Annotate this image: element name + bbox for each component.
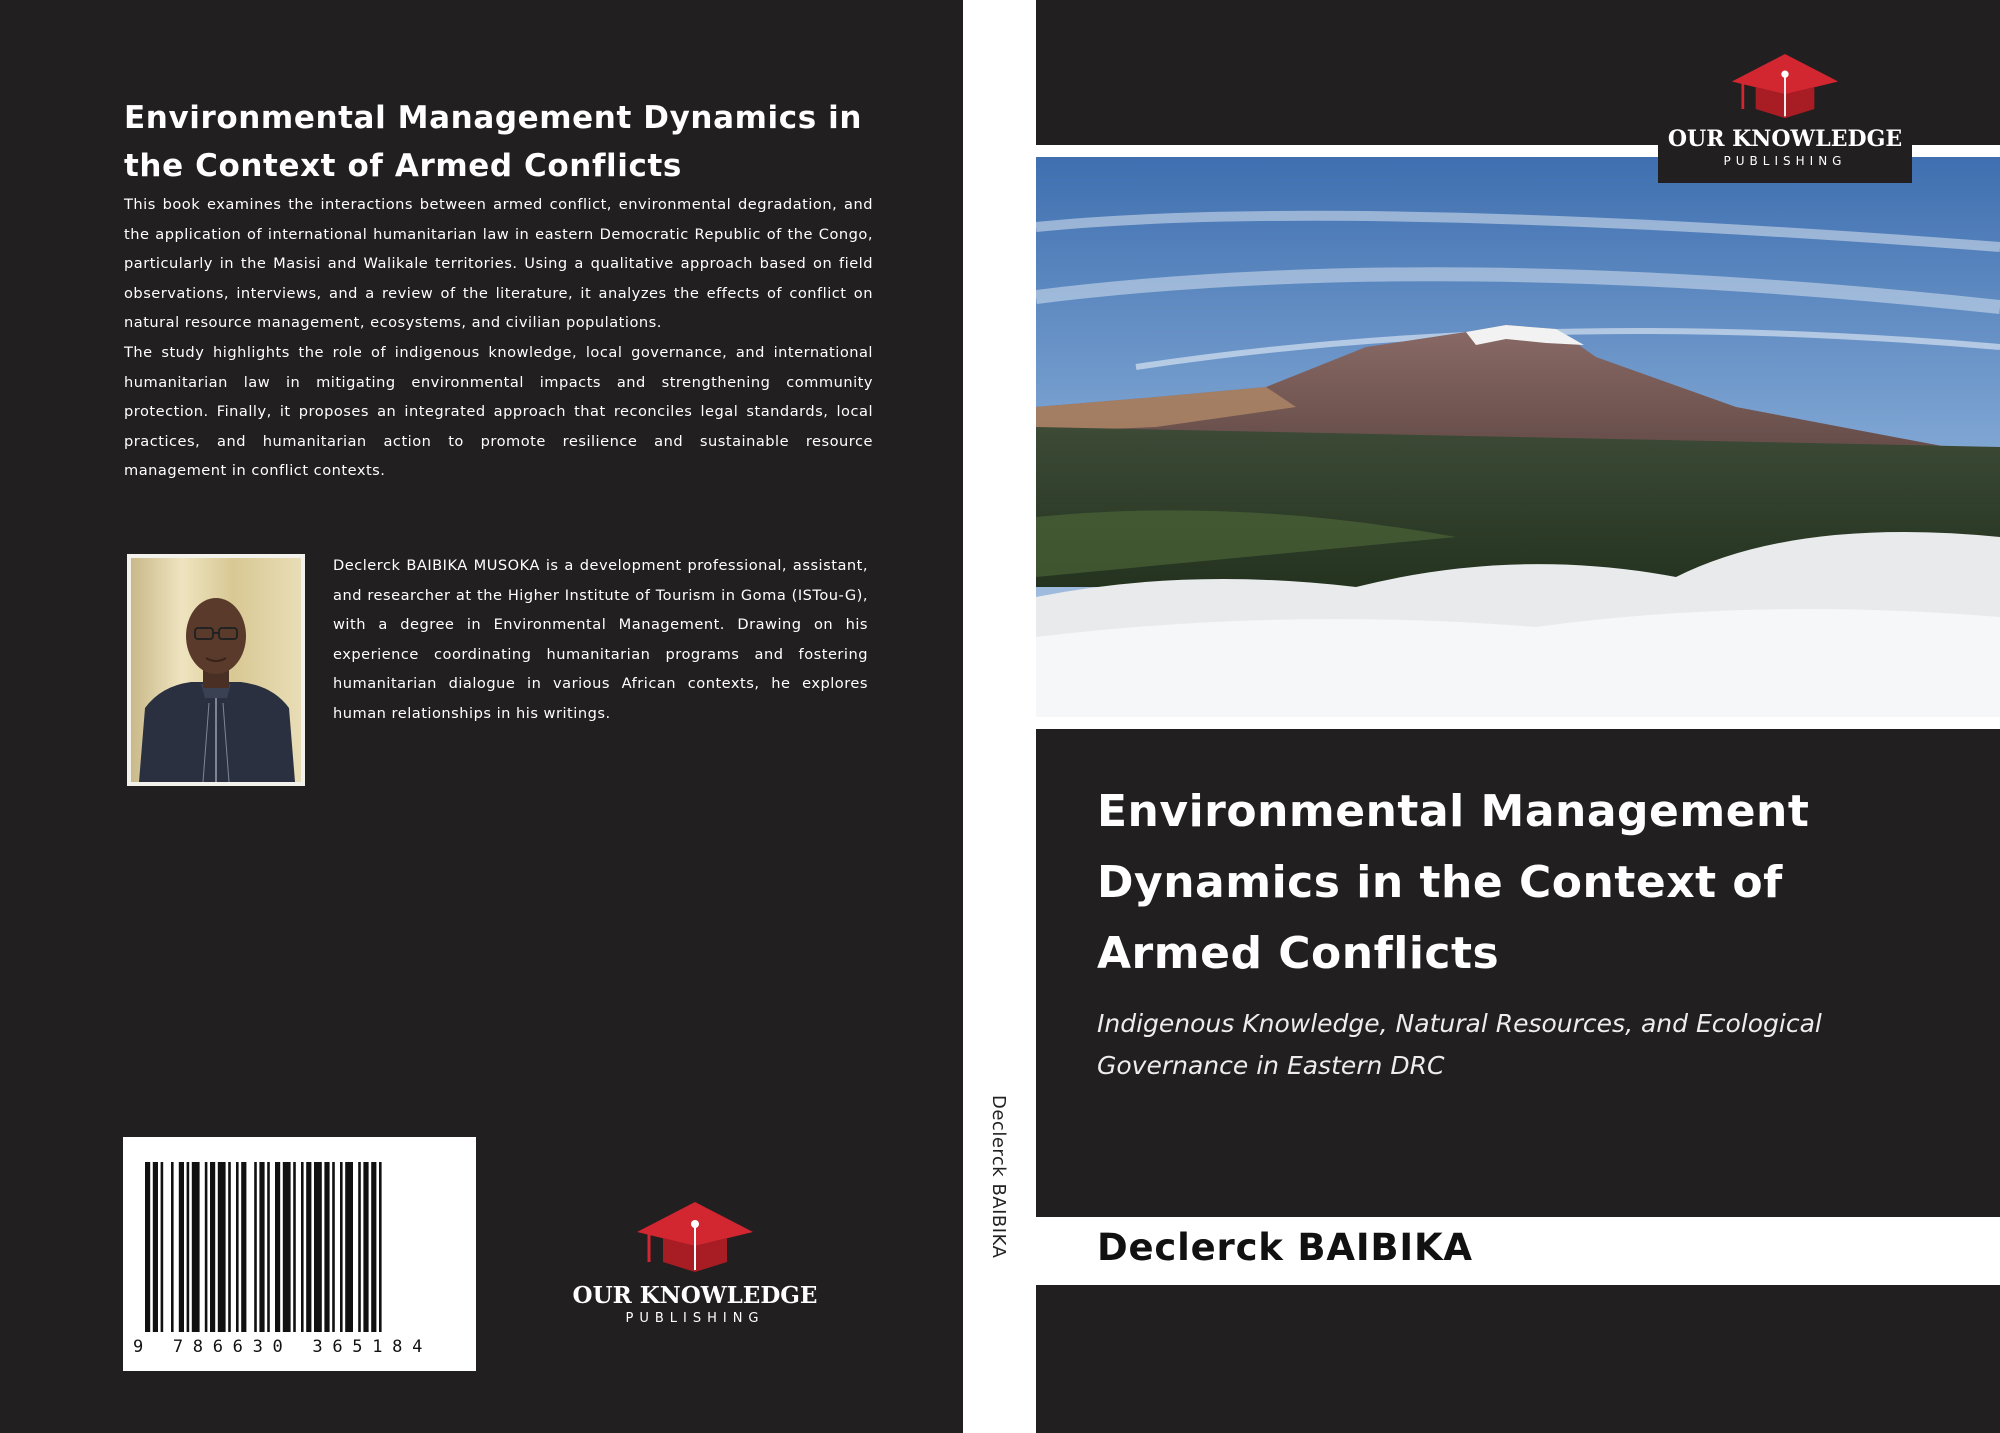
publisher-logo-front: OUR KNOWLEDGE PUBLISHING — [1658, 52, 1912, 168]
blurb-paragraph: This book examines the interactions betw… — [124, 196, 873, 332]
publisher-name: OUR KNOWLEDGE — [1667, 126, 1903, 152]
cover-photo-volcano — [1036, 157, 2000, 717]
publisher-sub: PUBLISHING — [625, 1311, 765, 1326]
front-bottom-band — [1036, 1285, 2000, 1433]
isbn-number: 9 786630 365184 — [133, 1337, 433, 1357]
front-cover-title: Environmental Management Dynamics in the… — [1097, 786, 1810, 979]
barcode-bars — [145, 1162, 382, 1332]
graduation-cap-icon — [1731, 54, 1839, 119]
spine-author: Declerck BAIBIKA — [988, 1095, 1009, 1259]
author-photo — [127, 554, 305, 786]
isbn-barcode: 9 786630 365184 — [123, 1137, 476, 1371]
graduation-cap-icon — [637, 1202, 753, 1272]
publisher-sub: PUBLISHING — [1723, 154, 1847, 168]
blurb-paragraph: The study highlights the role of indigen… — [124, 343, 873, 480]
author-bio: Declerck BAIBIKA MUSOKA is a development… — [333, 557, 868, 722]
publisher-name: OUR KNOWLEDGE — [572, 1282, 818, 1309]
back-cover-title: Environmental Management Dynamics in the… — [124, 100, 863, 184]
publisher-logo-back: OUR KNOWLEDGE PUBLISHING — [570, 1200, 820, 1326]
back-cover-blurb: This book examines the interactions betw… — [124, 190, 873, 486]
front-cover-subtitle: Indigenous Knowledge, Natural Resources,… — [1097, 1009, 1822, 1080]
front-cover-author: Declerck BAIBIKA — [1097, 1226, 1473, 1269]
